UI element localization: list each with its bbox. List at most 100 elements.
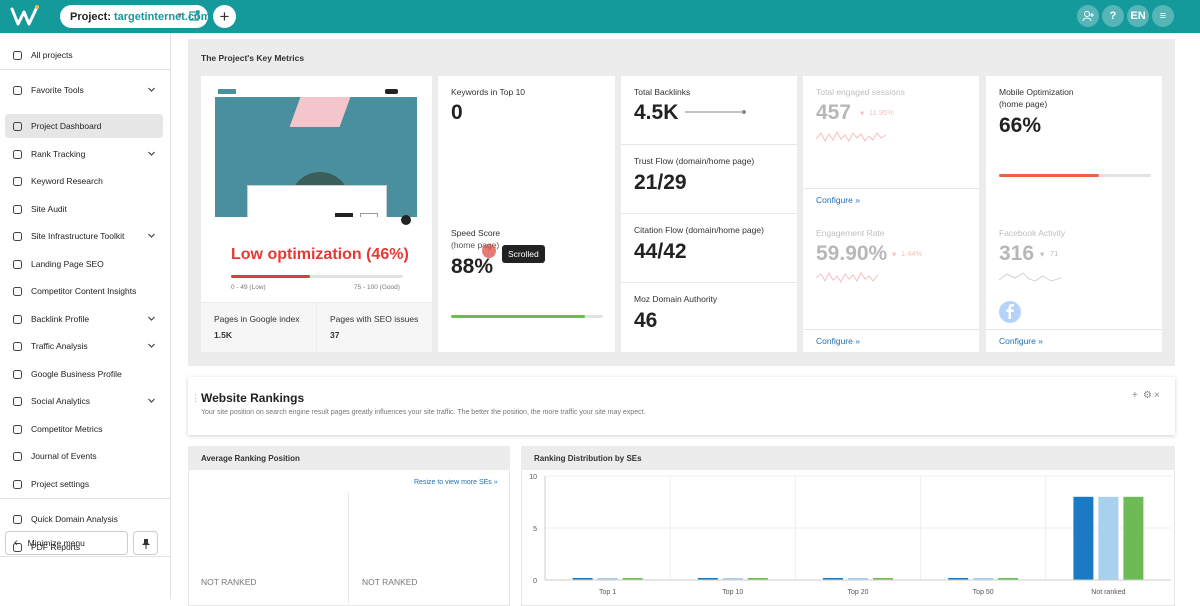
sidebar-item-competitor-metrics[interactable]: Competitor Metrics — [5, 417, 163, 441]
website-rankings-panel — [188, 377, 1175, 435]
backlinks-trend-line — [685, 110, 746, 114]
avg-ranking-col2: NOT RANKED — [362, 577, 418, 587]
facebook-sparkline — [999, 272, 1061, 282]
double-chevron-right-icon: » — [855, 336, 860, 346]
sidebar-item-landing-page-seo[interactable]: Landing Page SEO — [5, 252, 163, 276]
sidebar-item-label: Social Analytics — [31, 396, 91, 406]
citation-flow-value: 44/42 — [634, 240, 687, 263]
chart-line-icon — [12, 149, 23, 160]
pages-issues-value: 37 — [330, 330, 340, 340]
pages-issues-card[interactable] — [317, 303, 432, 352]
sidebar-item-label: Favorite Tools — [31, 85, 84, 95]
speed-label: Speed Score — [451, 228, 501, 238]
sidebar-item-label: Quick Domain Analysis — [31, 514, 118, 524]
y-tick-label: 10 — [529, 474, 537, 481]
key-metrics-title: The Project's Key Metrics — [201, 53, 305, 63]
gear-icon[interactable]: ⚙ — [1143, 390, 1152, 401]
configure-engaged-link[interactable]: Configure » — [816, 195, 860, 205]
configure-label: Configure — [816, 195, 853, 205]
chevron-down-icon[interactable] — [147, 314, 156, 323]
engaged-sparkline — [816, 130, 886, 143]
sidebar-item-favorite-tools[interactable]: Favorite Tools — [5, 78, 163, 102]
project-label: Project: — [70, 10, 111, 23]
mobile-value: 66% — [999, 114, 1042, 137]
sidebar-item-site-audit[interactable]: Site Audit — [5, 197, 163, 221]
add-project-button[interactable]: + — [213, 5, 236, 28]
bulb-icon — [12, 286, 23, 297]
menu-icon[interactable]: ≡ — [1152, 5, 1174, 27]
site-screenshot-thumbnail[interactable] — [215, 87, 417, 217]
sidebar-item-label: Traffic Analysis — [31, 341, 88, 351]
close-icon[interactable]: × — [1154, 390, 1160, 401]
app-logo-icon[interactable] — [10, 4, 40, 28]
chevron-down-icon[interactable] — [147, 85, 156, 94]
sidebar-divider — [0, 556, 170, 557]
pin-menu-button[interactable] — [133, 531, 158, 555]
chevron-down-icon[interactable]: ▾ — [177, 10, 182, 21]
configure-engagement-link[interactable]: Configure » — [816, 336, 860, 346]
divider — [986, 329, 1162, 330]
x-tick-label: Top 20 — [847, 589, 868, 596]
sidebar-item-label: Project Dashboard — [31, 121, 102, 131]
external-link-icon[interactable] — [189, 10, 200, 21]
bar-chart-icon — [12, 341, 23, 352]
chevron-left-icon: ‹ — [14, 537, 18, 549]
add-icon[interactable]: + — [1132, 390, 1138, 401]
sidebar-item-social-analytics[interactable]: Social Analytics — [5, 389, 163, 413]
dashboard-icon — [12, 121, 23, 132]
optimization-progress — [231, 275, 403, 278]
sidebar-item-label: All projects — [31, 50, 73, 60]
key-icon — [12, 176, 23, 187]
gear-icon — [12, 479, 23, 490]
sidebar-item-traffic-analysis[interactable]: Traffic Analysis — [5, 334, 163, 358]
sidebar-item-project-dashboard[interactable]: Project Dashboard — [5, 114, 163, 138]
optimization-range-low: 0 - 49 (Low) — [231, 284, 266, 291]
facebook-delta: 71 — [1050, 249, 1059, 258]
sidebar-item-rank-tracking[interactable]: Rank Tracking — [5, 142, 163, 166]
sidebar-item-site-infrastructure-toolkit[interactable]: Site Infrastructure Toolkit — [5, 224, 163, 248]
speed-value: 88% — [451, 255, 494, 278]
facebook-label: Facebook Activity — [999, 228, 1066, 238]
citation-flow-label: Citation Flow (domain/home page) — [634, 225, 764, 235]
link-icon — [12, 314, 23, 325]
website-rankings-title: Website Rankings — [201, 391, 305, 405]
chevron-down-icon[interactable] — [147, 341, 156, 350]
resize-link-label: Resize to view more SEs — [414, 479, 492, 486]
keywords-label: Keywords in Top 10 — [451, 87, 526, 97]
bar — [1123, 496, 1144, 580]
sidebar-item-label: Landing Page SEO — [31, 259, 104, 269]
divider — [803, 188, 979, 189]
sidebar-item-project-settings[interactable]: Project settings — [5, 472, 163, 496]
pages-google-card[interactable] — [201, 303, 316, 352]
double-chevron-right-icon: » — [855, 195, 860, 205]
user-management-icon[interactable] — [1077, 5, 1099, 27]
configure-label: Configure — [999, 336, 1036, 346]
sidebar-item-quick-domain-analysis[interactable]: Quick Domain Analysis — [5, 507, 163, 531]
sidebar-item-label: Backlink Profile — [31, 314, 90, 324]
help-icon[interactable]: ? — [1102, 5, 1124, 27]
sidebar-item-competitor-content-insights[interactable]: Competitor Content Insights — [5, 279, 163, 303]
chevron-down-icon[interactable] — [147, 149, 156, 158]
pages-google-label: Pages in Google index — [214, 314, 300, 324]
sidebar-item-google-business-profile[interactable]: Google Business Profile — [5, 362, 163, 386]
sidebar-item-keyword-research[interactable]: Keyword Research — [5, 169, 163, 193]
project-selector[interactable]: Project: targetinternet.com ▾ — [60, 5, 211, 28]
configure-facebook-link[interactable]: Configure » — [999, 336, 1043, 346]
sidebar-item-journal-of-events[interactable]: Journal of Events — [5, 444, 163, 468]
language-selector[interactable]: EN — [1127, 5, 1149, 27]
sidebar-item-label: Site Audit — [31, 204, 67, 214]
home-icon — [12, 50, 23, 61]
chevron-down-icon[interactable] — [147, 231, 156, 240]
mobile-label: Mobile Optimization — [999, 87, 1074, 97]
sidebar-item-label: Project settings — [31, 479, 90, 489]
sidebar-item-all-projects[interactable]: All projects — [5, 43, 163, 67]
sidebar-item-label: Site Infrastructure Toolkit — [31, 231, 125, 241]
rocket-icon — [12, 514, 23, 525]
resize-link[interactable]: Resize to view more SEs » — [414, 479, 498, 486]
ranking-distribution-chart: 10 5 0 Top 1 Top 10 Top 20 Top 50 Not ranked — [529, 474, 1171, 596]
facebook-icon — [999, 301, 1021, 323]
sidebar-item-backlink-profile[interactable]: Backlink Profile — [5, 307, 163, 331]
chevron-down-icon[interactable] — [147, 396, 156, 405]
minimize-menu-button[interactable]: ‹ Minimize menu — [5, 531, 128, 555]
sidebar-item-label: Rank Tracking — [31, 149, 86, 159]
